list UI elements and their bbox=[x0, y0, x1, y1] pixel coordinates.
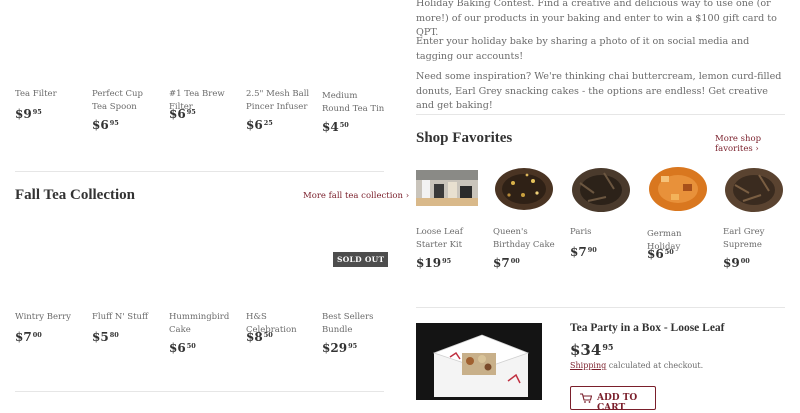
product-price: $790 bbox=[570, 245, 597, 259]
product-price: $695 bbox=[169, 107, 196, 121]
product-price: $1995 bbox=[416, 256, 452, 270]
product-name[interactable]: Earl Grey Supreme bbox=[723, 226, 789, 252]
section-divider bbox=[15, 391, 384, 392]
product-price: $995 bbox=[15, 107, 42, 121]
section-divider bbox=[416, 114, 785, 115]
product-price: $900 bbox=[723, 256, 750, 270]
featured-product-title[interactable]: Tea Party in a Box - Loose Leaf bbox=[570, 322, 725, 334]
product-name[interactable]: Loose Leaf Starter Kit bbox=[416, 226, 482, 252]
product-price: $650 bbox=[647, 247, 674, 261]
paris-tea-image[interactable] bbox=[570, 163, 632, 215]
product-price: $625 bbox=[246, 118, 273, 132]
product-price: $2995 bbox=[322, 341, 358, 355]
product-name[interactable]: Best Sellers Bundle bbox=[322, 311, 388, 337]
section-divider bbox=[15, 171, 384, 172]
tea-party-box-image[interactable] bbox=[416, 323, 542, 400]
product-name[interactable]: Perfect Cup Tea Spoon bbox=[92, 88, 158, 114]
more-fall-tea-link[interactable]: More fall tea collection › bbox=[303, 191, 409, 201]
featured-product-price: $3495 bbox=[570, 341, 614, 359]
product-price: $450 bbox=[322, 120, 349, 134]
german-holiday-tea-image[interactable] bbox=[647, 162, 709, 214]
product-price: $700 bbox=[15, 330, 42, 344]
product-price: $700 bbox=[493, 256, 520, 270]
product-name[interactable]: Queen's Birthday Cake bbox=[493, 226, 559, 252]
shipping-note: Shipping calculated at checkout. bbox=[570, 361, 704, 370]
product-name[interactable]: Wintry Berry bbox=[15, 311, 81, 324]
queens-birthday-cake-tea-image[interactable] bbox=[493, 163, 555, 215]
add-to-cart-button[interactable]: ADD TO CART bbox=[570, 386, 656, 413]
add-to-cart-label: ADD TO CART bbox=[597, 393, 638, 413]
product-price: $650 bbox=[169, 341, 196, 355]
contest-paragraph: Enter your holiday bake by sharing a pho… bbox=[416, 36, 750, 62]
cart-icon bbox=[580, 393, 592, 403]
more-shop-favorites-link[interactable]: More shop favorites › bbox=[715, 134, 800, 154]
product-price: $695 bbox=[92, 118, 119, 132]
shop-favorites-title: Shop Favorites bbox=[416, 130, 513, 146]
earl-grey-supreme-tea-image[interactable] bbox=[723, 163, 785, 215]
product-name[interactable]: Paris bbox=[570, 226, 636, 239]
product-name[interactable]: Tea Filter bbox=[15, 88, 81, 101]
product-name[interactable]: 2.5" Mesh Ball Pincer Infuser bbox=[246, 88, 312, 114]
product-name[interactable]: Hummingbird Cake bbox=[169, 311, 235, 337]
product-price: $580 bbox=[92, 330, 119, 344]
shipping-link[interactable]: Shipping bbox=[570, 361, 606, 370]
contest-paragraph: Need some inspiration? We're thinking ch… bbox=[416, 71, 782, 111]
section-divider bbox=[416, 307, 785, 308]
sold-out-badge: SOLD OUT bbox=[333, 252, 389, 267]
starter-kit-image[interactable] bbox=[416, 166, 478, 218]
product-price: $850 bbox=[246, 330, 273, 344]
product-name[interactable]: Medium Round Tea Tin bbox=[322, 90, 388, 116]
fall-collection-title: Fall Tea Collection bbox=[15, 187, 135, 203]
product-name[interactable]: Fluff N' Stuff bbox=[92, 311, 158, 324]
